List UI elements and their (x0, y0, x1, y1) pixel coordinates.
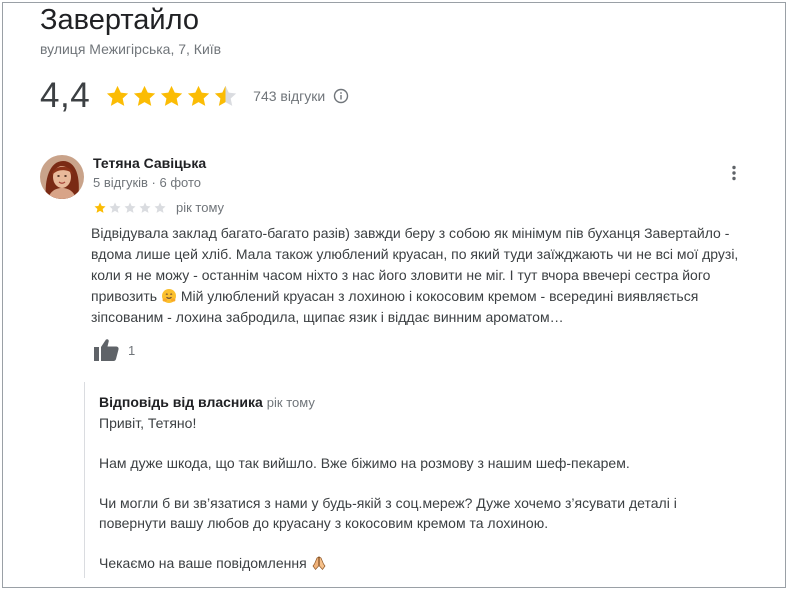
review-line: вдома лише цей хліб. Мала також улюблени… (91, 246, 739, 262)
star-icon (93, 201, 107, 215)
rating-value: 4,4 (40, 76, 91, 115)
review-rating: рік тому (93, 200, 224, 215)
rating-stars (104, 83, 239, 110)
owner-reply-text: Привіт, Тетяно! Нам дуже шкода, що так в… (99, 413, 677, 573)
empty-star-icon (108, 201, 122, 215)
empty-star-icon (153, 201, 167, 215)
empty-star-icon (138, 201, 152, 215)
thumb-up-icon[interactable] (93, 337, 121, 363)
owner-reply-date: рік тому (266, 395, 315, 410)
info-circle-icon[interactable] (333, 88, 349, 104)
review-text: Відвідувала заклад багато-багато разів) … (91, 223, 781, 328)
empty-star-icon (123, 201, 137, 215)
star-icon (131, 83, 158, 110)
half-star-icon (212, 83, 239, 110)
reply-line: Нам дуже шкода, що так вийшло. Вже біжим… (99, 455, 630, 471)
more-vert-icon[interactable] (724, 163, 744, 183)
star-icon (104, 83, 131, 110)
reply-line-part: Чекаємо на ваше повідомлення (99, 555, 307, 571)
review-line-part: привозить (91, 288, 158, 304)
star-icon (185, 83, 212, 110)
owner-reply-header: Відповідь від власника рік тому (99, 394, 315, 410)
reviewer-avatar[interactable] (40, 155, 84, 199)
reviewer-meta: 5 відгуків · 6 фото (93, 175, 202, 190)
review-date: рік тому (176, 200, 225, 215)
praying-hands-emoji (311, 555, 327, 571)
rating-summary: 4,4 743 відгуки (40, 76, 349, 116)
reply-line: Привіт, Тетяно! (99, 415, 197, 431)
review-line: привозить Мій улюблений круасан з лохино… (91, 286, 781, 307)
reply-line: Чекаємо на ваше повідомлення (99, 553, 677, 573)
review-line: зіпсованим - лохина забродила, щипає язи… (91, 309, 564, 325)
reply-line: Чи могли б ви зв’язатися з нами у будь-я… (99, 495, 677, 511)
reply-divider (84, 382, 85, 578)
like-count: 1 (128, 343, 136, 358)
owner-reply-label: Відповідь від власника (99, 394, 263, 410)
reviewer-name[interactable]: Тетяна Савіцька (93, 155, 206, 171)
reply-line: повернути вашу любов до круасану з кокос… (99, 515, 549, 531)
place-address: вулиця Межигірська, 7, Київ (40, 41, 222, 57)
review-line: Відвідувала заклад багато-багато разів) … (91, 225, 730, 241)
review-line: коли я не можу - останнім часом ніхто з … (91, 267, 711, 283)
star-icon (158, 83, 185, 110)
review-line-part: Мій улюблений круасан з лохиною і кокосо… (180, 288, 699, 304)
hugging-face-emoji (161, 288, 177, 304)
reviews-count[interactable]: 743 відгуки (253, 88, 325, 104)
place-title: Завертайло (40, 4, 200, 36)
